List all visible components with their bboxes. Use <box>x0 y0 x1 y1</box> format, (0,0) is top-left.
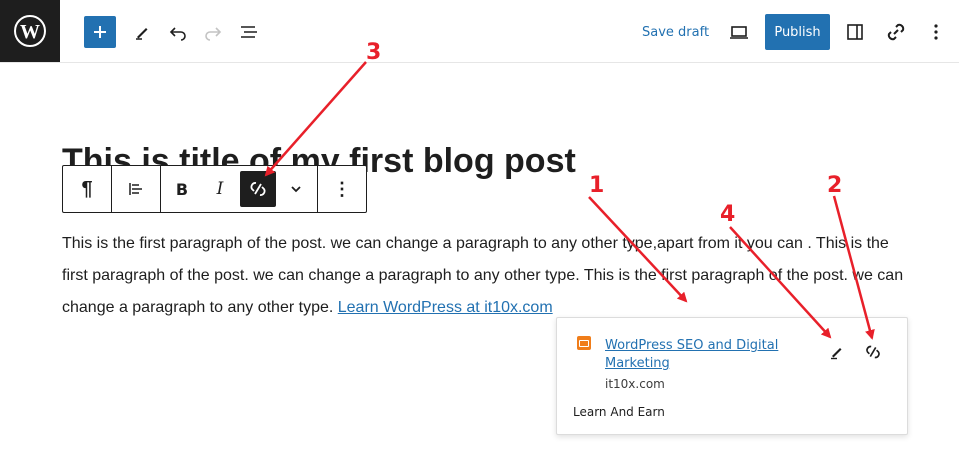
italic-icon: I <box>216 179 224 199</box>
align-left-icon <box>129 183 142 195</box>
link-preview-description: Learn And Earn <box>573 405 665 419</box>
bold-icon: B <box>175 179 189 199</box>
link-preview-domain: it10x.com <box>605 377 665 391</box>
site-favicon-icon <box>577 336 591 350</box>
desktop-preview-icon <box>730 26 748 39</box>
block-toolbar: ¶ B I ⋮ <box>62 165 367 213</box>
chevron-down-icon <box>291 186 301 193</box>
bold-button[interactable]: B <box>164 171 200 207</box>
paragraph-link[interactable]: Learn WordPress at it10x.com <box>338 299 553 316</box>
link-popover: WordPress SEO and Digital Marketing it10… <box>556 317 908 435</box>
editor-top-bar: W Save draft Publish <box>0 0 959 63</box>
paragraph-icon: ¶ <box>81 177 93 200</box>
alignment-group <box>112 166 161 212</box>
edit-link-button[interactable] <box>825 340 849 364</box>
unlink-button[interactable] <box>240 171 276 207</box>
options-group: ⋮ <box>318 166 366 212</box>
sidebar-icon <box>847 24 863 40</box>
unlink-icon <box>250 182 266 196</box>
annotation-label-4: 4 <box>720 202 736 227</box>
wordpress-logo-button[interactable]: W <box>0 0 60 62</box>
document-overview-button[interactable] <box>237 20 261 44</box>
more-formats-button[interactable] <box>278 171 314 207</box>
more-vertical-icon <box>934 24 938 40</box>
link-plugin-button[interactable] <box>882 18 910 46</box>
add-block-button[interactable] <box>84 16 116 48</box>
pencil-icon <box>831 348 842 360</box>
annotation-label-3: 3 <box>366 40 382 65</box>
save-draft-button[interactable]: Save draft <box>642 25 709 40</box>
preview-button[interactable] <box>727 20 751 44</box>
annotation-label-1: 1 <box>589 173 605 198</box>
link-preview-title[interactable]: WordPress SEO and Digital Marketing <box>605 337 795 373</box>
unlink-icon <box>866 345 880 359</box>
tools-button[interactable] <box>130 20 154 44</box>
block-options-button[interactable]: ⋮ <box>324 171 360 207</box>
settings-sidebar-button[interactable] <box>843 20 867 44</box>
paragraph-block[interactable]: This is the first paragraph of the post.… <box>62 228 907 324</box>
plus-icon <box>94 26 106 38</box>
remove-link-button[interactable] <box>861 340 885 364</box>
svg-text:W: W <box>20 21 40 43</box>
link-icon <box>887 23 905 41</box>
redo-icon <box>205 27 222 41</box>
list-view-icon <box>241 26 257 38</box>
wordpress-icon: W <box>14 15 46 47</box>
align-text-button[interactable] <box>118 171 154 207</box>
redo-button[interactable] <box>201 20 225 44</box>
pencil-icon <box>136 28 148 40</box>
more-vertical-icon: ⋮ <box>333 178 351 199</box>
format-group: B I <box>161 166 318 212</box>
undo-button[interactable] <box>166 20 190 44</box>
undo-icon <box>169 27 186 41</box>
italic-button[interactable]: I <box>202 171 238 207</box>
paragraph-block-type-button[interactable]: ¶ <box>69 171 105 207</box>
annotation-label-2: 2 <box>827 173 843 198</box>
block-type-group: ¶ <box>63 166 112 212</box>
publish-button[interactable]: Publish <box>765 14 830 50</box>
options-button[interactable] <box>926 20 946 44</box>
